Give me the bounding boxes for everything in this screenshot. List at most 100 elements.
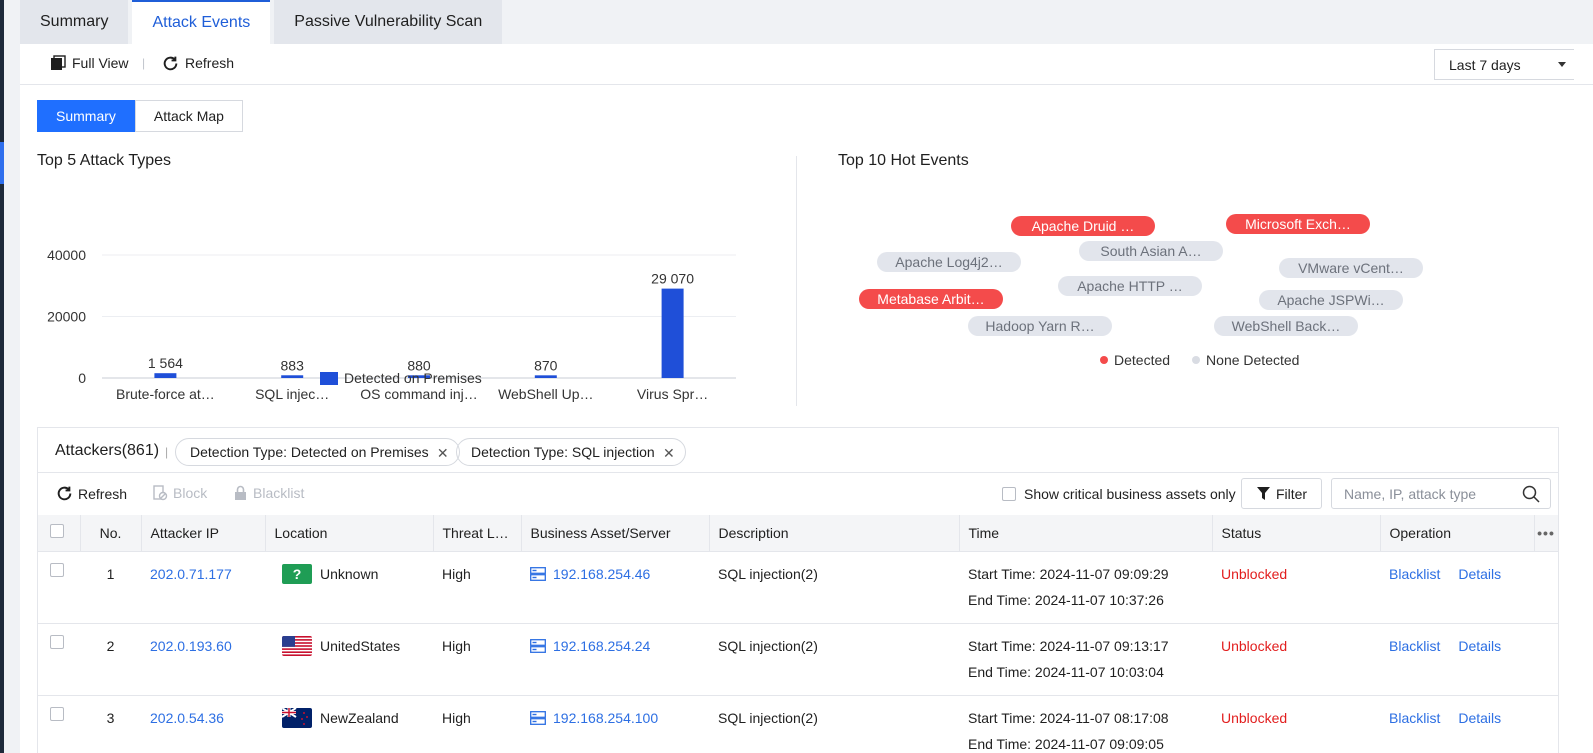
location-cell: ? Unknown [265, 551, 433, 624]
operation-cell: Blacklist Details [1380, 551, 1534, 624]
attacker-ip-link[interactable]: 202.0.71.177 [150, 566, 232, 582]
row-checkbox[interactable] [50, 562, 64, 577]
filter-chip-sql-injection: Detection Type: SQL injection ✕ [456, 438, 686, 466]
filter-icon [1256, 487, 1270, 500]
toolbar: Full View | Refresh Last 7 days [20, 44, 1593, 85]
blacklist-button[interactable]: Blacklist [233, 485, 304, 501]
block-button[interactable]: Block [152, 485, 207, 501]
start-time: Start Time: 2024-11-07 09:13:17 [968, 637, 1169, 654]
blacklist-link[interactable]: Blacklist [1389, 566, 1440, 582]
column-description[interactable]: Description [709, 515, 960, 552]
column-time[interactable]: Time [959, 515, 1213, 552]
bar-value-label: 29 070 [651, 271, 694, 287]
column-operation[interactable]: Operation [1380, 515, 1535, 552]
asset-link[interactable]: 192.168.254.24 [553, 638, 650, 654]
view-toggle-summary[interactable]: Summary [37, 100, 135, 132]
hot-event-tag[interactable]: WebShell Back… [1214, 316, 1358, 336]
attackers-refresh-button[interactable]: Refresh [56, 485, 127, 502]
attackers-header: Attackers(861) | Detection Type: Detecte… [38, 428, 1558, 473]
attacker-ip-link[interactable]: 202.0.193.60 [150, 638, 232, 654]
none-detected-dot-icon [1192, 356, 1201, 364]
time-range-select[interactable]: Last 7 days [1434, 49, 1574, 80]
attack-types-legend: Detected on Premises [320, 370, 482, 386]
tab-attack-events[interactable]: Attack Events [132, 0, 271, 44]
asset-link[interactable]: 192.168.254.46 [553, 566, 650, 582]
column-threat-level[interactable]: Threat L… [433, 515, 522, 552]
x-tick-label: OS command inj… [360, 386, 477, 402]
hot-event-tag[interactable]: Hadoop Yarn R… [968, 316, 1112, 336]
filter-chip-label: Detection Type: SQL injection [471, 444, 655, 460]
select-all-cell [38, 515, 81, 552]
blacklist-label: Blacklist [253, 485, 305, 501]
bar-value-label: 883 [281, 357, 305, 373]
view-toggle-attack-map[interactable]: Attack Map [134, 100, 243, 132]
panel-divider [796, 156, 797, 406]
hot-event-tag[interactable]: Metabase Arbit… [859, 289, 1003, 309]
hot-event-tag[interactable]: Apache JSPWi… [1259, 290, 1403, 310]
start-time: Start Time: 2024-11-07 08:17:08 [968, 709, 1169, 726]
refresh-button[interactable]: Refresh [162, 52, 234, 74]
filter-button[interactable]: Filter [1241, 478, 1322, 509]
bar [154, 373, 177, 378]
location-cell: NewZealand [265, 695, 433, 753]
critical-assets-toggle[interactable]: Show critical business assets only [1002, 486, 1236, 502]
threat-level-cell: High [433, 551, 521, 624]
legend-none-detected-label: None Detected [1206, 352, 1300, 368]
close-icon[interactable]: ✕ [437, 445, 449, 462]
server-icon [530, 710, 546, 725]
status-cell: Unblocked [1212, 551, 1380, 624]
asset-cell: 192.168.254.100 [521, 695, 709, 753]
blacklist-link[interactable]: Blacklist [1389, 710, 1440, 726]
table-row: 1 202.0.71.177 ? Unknown High 192.168.254.46 S… [38, 551, 1558, 624]
asset-link[interactable]: 192.168.254.100 [553, 710, 658, 726]
column-attacker-ip[interactable]: Attacker IP [141, 515, 266, 552]
description-cell: SQL injection(2) [709, 623, 959, 696]
asset-cell: 192.168.254.46 [521, 551, 709, 624]
view-toggle: Summary Attack Map [37, 100, 243, 132]
hot-event-tag[interactable]: Apache Log4j2… [877, 252, 1021, 272]
main-content: Full View | Refresh Last 7 days Summary … [20, 44, 1593, 753]
column-business-asset[interactable]: Business Asset/Server [521, 515, 710, 552]
details-link[interactable]: Details [1458, 638, 1501, 654]
row-spacer [1534, 623, 1558, 696]
column-location[interactable]: Location [265, 515, 434, 552]
top-hot-events-title: Top 10 Hot Events [838, 152, 969, 169]
search-input[interactable] [1332, 479, 1512, 508]
blacklist-link[interactable]: Blacklist [1389, 638, 1440, 654]
location-label: Unknown [320, 565, 379, 582]
tab-summary[interactable]: Summary [20, 0, 129, 44]
select-all-checkbox[interactable] [50, 524, 64, 539]
row-spacer [1534, 695, 1558, 753]
row-checkbox[interactable] [50, 706, 64, 721]
attackers-title-separator: | [165, 445, 169, 459]
full-view-button[interactable]: Full View [50, 52, 129, 74]
hot-event-tag[interactable]: Microsoft Exch… [1226, 214, 1370, 234]
details-link[interactable]: Details [1458, 710, 1501, 726]
description-cell: SQL injection(2) [709, 551, 959, 624]
search-icon[interactable] [1522, 485, 1540, 503]
row-number: 2 [80, 623, 141, 696]
end-time: End Time: 2024-11-07 10:03:04 [968, 663, 1164, 680]
hot-event-tag[interactable]: Apache Druid … [1011, 216, 1155, 236]
column-status[interactable]: Status [1212, 515, 1381, 552]
x-tick-label: Virus Spr… [637, 386, 708, 402]
critical-assets-checkbox[interactable] [1002, 487, 1016, 501]
location-label: NewZealand [320, 709, 399, 726]
tab-passive-vulnerability-scan[interactable]: Passive Vulnerability Scan [274, 0, 503, 44]
table-header-row: No. Attacker IP Location Threat L… Busin… [38, 515, 1559, 552]
attackers-toolbar: Refresh Block Blacklist Show critical bu… [38, 473, 1558, 515]
details-link[interactable]: Details [1458, 566, 1501, 582]
bar [661, 288, 684, 378]
hot-event-tag[interactable]: Apache HTTP … [1058, 276, 1202, 296]
column-no[interactable]: No. [80, 515, 142, 552]
row-checkbox[interactable] [50, 634, 64, 649]
hot-event-tag[interactable]: VMware vCent… [1279, 258, 1423, 278]
row-number: 1 [80, 551, 141, 624]
attacker-ip-link[interactable]: 202.0.54.36 [150, 710, 224, 726]
hot-event-tag[interactable]: South Asian A… [1079, 241, 1223, 261]
more-icon[interactable]: ••• [1537, 525, 1555, 541]
close-icon[interactable]: ✕ [663, 445, 675, 462]
server-icon [530, 566, 546, 581]
operation-cell: Blacklist Details [1380, 695, 1534, 753]
row-spacer [1534, 551, 1558, 624]
